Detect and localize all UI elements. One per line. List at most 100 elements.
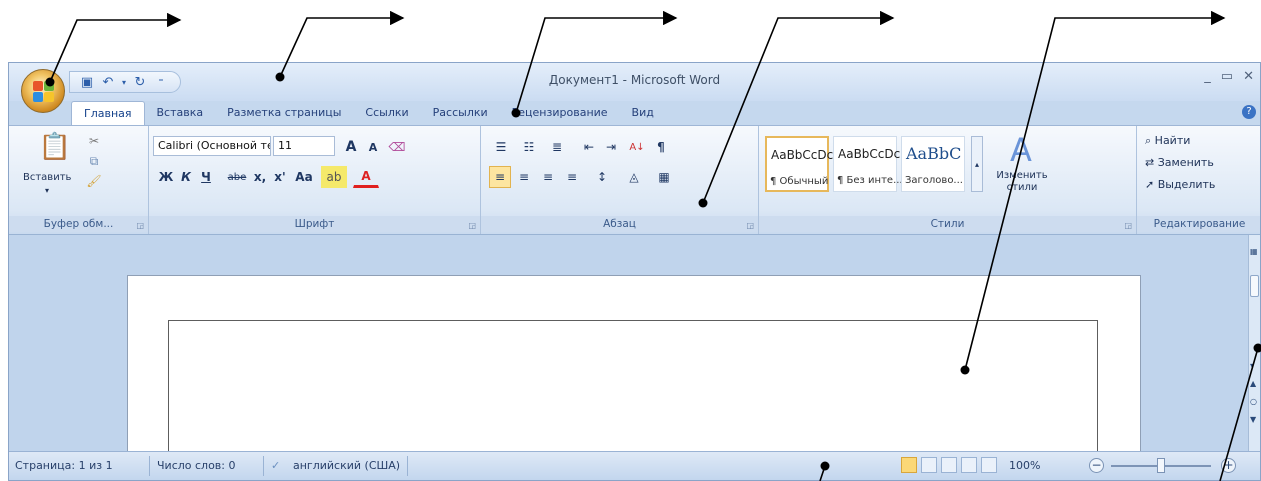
style-heading[interactable]: AaBbC Заголово... [901,136,965,192]
line-spacing-icon[interactable]: ↕ [589,166,615,188]
tab-insert[interactable]: Вставка [145,101,216,125]
style-no-spacing[interactable]: AaBbCcDc ¶ Без инте... [833,136,903,192]
replace-label: Заменить [1157,156,1214,169]
select-button[interactable]: ➚ Выделить [1145,178,1215,191]
font-size-field[interactable]: 11 [273,136,335,156]
style-sample: AaBbC [906,144,962,163]
align-left-icon[interactable]: ≡ [489,166,511,188]
full-screen-reading-icon[interactable] [921,457,937,473]
page-count[interactable]: Страница: 1 из 1 [15,459,113,472]
style-normal[interactable]: AaBbCcDc ¶ Обычный [765,136,833,192]
binoculars-icon: ⌕ [1145,134,1155,147]
shrink-font-button[interactable]: A [363,136,383,158]
window-title: Документ1 - Microsoft Word [548,73,721,87]
web-layout-icon[interactable] [941,457,957,473]
replace-icon: ⇄ [1145,156,1158,169]
underline-button[interactable]: Ч [197,166,215,188]
select-browse-object-icon[interactable]: ○ [1250,397,1257,406]
superscript-button[interactable]: x' [271,166,289,188]
shading-icon[interactable]: ◬ [621,166,647,188]
subscript-button[interactable]: x, [251,166,269,188]
window-controls: _ ▭ ✕ [1204,69,1254,84]
tab-references[interactable]: Ссылки [353,101,420,125]
font-group: Calibri (Основной те 11 A A ⌫ Ж К Ч abe … [149,126,481,234]
zoom-out-icon[interactable]: − [1089,458,1104,473]
close-button[interactable]: ✕ [1243,69,1254,84]
dialog-launcher-icon[interactable]: ◲ [1124,221,1132,230]
clear-format-icon[interactable]: ⌫ [387,136,407,158]
copy-icon[interactable]: ⧉ [85,152,103,170]
sort-icon[interactable]: A↓ [627,136,647,158]
help-icon[interactable]: ? [1242,105,1256,119]
align-right-icon[interactable]: ≡ [537,166,559,188]
change-styles-icon[interactable]: A [999,130,1043,170]
dialog-launcher-icon[interactable]: ◲ [136,221,144,230]
tab-review[interactable]: Рецензирование [500,101,620,125]
change-styles-button[interactable]: Изменить стили [991,170,1053,194]
replace-button[interactable]: ⇄ Заменить [1145,156,1214,169]
cut-icon[interactable]: ✂ [85,132,103,150]
editing-group-label: Редактирование [1137,216,1260,232]
word-count[interactable]: Число слов: 0 [157,459,236,472]
style-name: ¶ Без инте... [837,175,903,186]
language-indicator[interactable]: английский (США) [293,459,400,472]
font-color-icon[interactable]: A [353,166,379,188]
ruler-toggle-icon[interactable]: ▦ [1250,247,1258,256]
style-sample: AaBbCcDc [771,148,834,162]
font-name-field[interactable]: Calibri (Основной те [153,136,271,156]
paste-icon[interactable]: 📋 [37,130,73,164]
spelling-icon[interactable]: ✓ [271,459,280,472]
decrease-indent-icon[interactable]: ⇤ [579,136,599,158]
styles-scroll-icon[interactable]: ▴ [971,136,983,192]
align-center-icon[interactable]: ≡ [513,166,535,188]
tab-page-layout[interactable]: Разметка страницы [215,101,353,125]
cursor-icon: ➚ [1145,178,1158,191]
tab-home[interactable]: Главная [71,101,145,125]
paste-dropdown-icon[interactable]: ▾ [45,186,49,195]
maximize-button[interactable]: ▭ [1221,69,1233,84]
find-label: Найти [1154,134,1191,147]
tab-view[interactable]: Вид [620,101,666,125]
italic-button[interactable]: К [177,166,195,188]
multilevel-list-icon[interactable]: ≣ [545,136,569,158]
zoom-slider-thumb[interactable] [1157,458,1165,473]
word-window: ▣ ↶ ▾ ↻ ⁼ Документ1 - Microsoft Word _ ▭… [8,62,1261,481]
justify-icon[interactable]: ≡ [561,166,583,188]
change-case-button[interactable]: Aa [293,166,315,188]
office-button[interactable] [21,69,65,113]
scroll-thumb[interactable] [1250,275,1259,297]
print-layout-icon[interactable] [901,457,917,473]
next-page-icon[interactable]: ▼ [1250,415,1256,424]
minimize-button[interactable]: _ [1204,69,1211,84]
divider [149,456,150,476]
strikethrough-button[interactable]: abe [225,166,249,188]
find-button[interactable]: ⌕ Найти [1145,134,1190,148]
zoom-in-icon[interactable]: + [1221,458,1236,473]
scroll-down-icon[interactable]: ▾ [1250,361,1254,370]
ribbon: 📋 Вставить ▾ ✂ ⧉ 🖌 Буфер обм... ◲ Calibr… [9,125,1260,235]
format-painter-icon[interactable]: 🖌 [85,172,103,190]
paragraph-group-label: Абзац [481,216,758,232]
numbering-icon[interactable]: ☷ [517,136,541,158]
tab-mailings[interactable]: Рассылки [421,101,500,125]
zoom-level[interactable]: 100% [1009,459,1040,472]
show-marks-button[interactable]: ¶ [651,136,671,158]
highlight-icon[interactable]: ab [321,166,347,188]
outline-icon[interactable] [961,457,977,473]
previous-page-icon[interactable]: ▲ [1250,379,1256,388]
document-page[interactable] [127,275,1141,470]
bold-button[interactable]: Ж [157,166,175,188]
ribbon-tabs: Главная Вставка Разметка страницы Ссылки… [71,101,666,125]
divider [407,456,408,476]
draft-icon[interactable] [981,457,997,473]
vertical-scrollbar[interactable]: ▦ ▾ ▲ ○ ▼ [1248,235,1260,453]
dialog-launcher-icon[interactable]: ◲ [746,221,754,230]
grow-font-button[interactable]: A [341,136,361,158]
document-area [9,235,1250,470]
paste-button[interactable]: Вставить [23,172,71,183]
styles-group-label: Стили [759,216,1136,232]
borders-icon[interactable]: ▦ [651,166,677,188]
bullets-icon[interactable]: ☰ [489,136,513,158]
dialog-launcher-icon[interactable]: ◲ [468,221,476,230]
increase-indent-icon[interactable]: ⇥ [601,136,621,158]
